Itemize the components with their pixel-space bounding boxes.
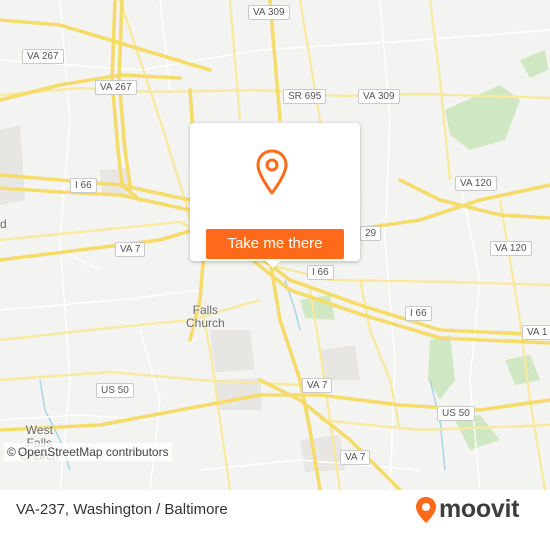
road-shield: VA 309 <box>248 5 290 20</box>
road-shield: VA 120 <box>490 241 532 256</box>
road-shield: US 50 <box>96 383 134 398</box>
road-shield: VA 7 <box>115 242 146 257</box>
road-shield: VA 267 <box>22 49 64 64</box>
road-shield: 29 <box>360 226 382 241</box>
road-shield: VA 1 <box>522 325 550 340</box>
road-shield: SR 695 <box>283 89 327 104</box>
place-label-edge: d <box>0 217 7 231</box>
moovit-pin-icon <box>416 496 436 523</box>
popup-pointer <box>264 259 282 268</box>
road-shield: US 50 <box>437 406 475 421</box>
location-title: VA-237, Washington / Baltimore <box>16 501 228 518</box>
road-shield: I 66 <box>405 306 432 321</box>
place-label-falls-church: Falls Church <box>186 303 225 330</box>
road-shield: VA 120 <box>455 176 497 191</box>
take-me-there-button[interactable]: Take me there <box>206 229 344 259</box>
copyright-icon: © <box>7 445 16 459</box>
brand-name: moovit <box>439 495 520 523</box>
footer-bar: VA-237, Washington / Baltimore moovit <box>0 490 550 550</box>
road-shield: VA 7 <box>302 378 333 393</box>
map[interactable]: VA 267 VA 309 VA 267 SR 695 VA 309 I 66 … <box>0 0 550 490</box>
road-shield: I 66 <box>307 265 334 280</box>
road-shield: VA 267 <box>95 80 137 95</box>
road-shield: I 66 <box>70 178 97 193</box>
attribution-text: OpenStreetMap contributors <box>17 445 169 459</box>
map-attribution[interactable]: © OpenStreetMap contributors <box>4 443 172 461</box>
road-shield: VA 7 <box>340 450 371 465</box>
road-shield: VA 309 <box>358 89 400 104</box>
moovit-logo[interactable]: moovit <box>415 495 519 524</box>
